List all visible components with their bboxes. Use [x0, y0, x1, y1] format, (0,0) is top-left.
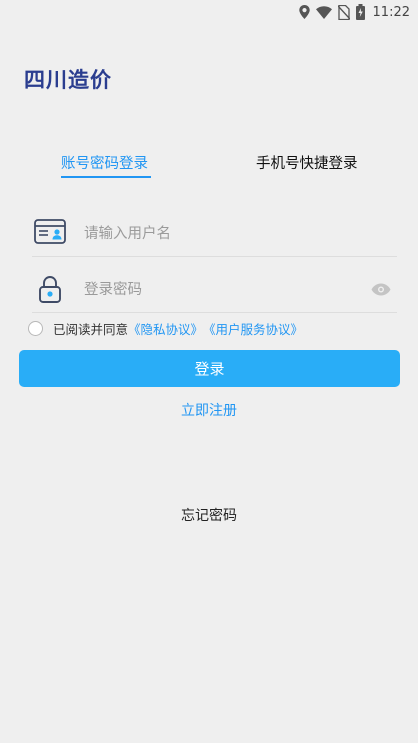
- location-icon: [298, 5, 310, 19]
- lock-icon: [34, 274, 66, 308]
- password-input[interactable]: [82, 276, 356, 304]
- privacy-policy-link[interactable]: 《隐私协议》: [128, 319, 203, 338]
- battery-icon: [355, 4, 365, 20]
- no-sim-icon: [337, 4, 350, 20]
- id-card-icon: [34, 218, 66, 250]
- status-bar: 11:22: [0, 0, 418, 24]
- agreement-checkbox[interactable]: [28, 320, 43, 336]
- username-input[interactable]: [82, 220, 356, 248]
- active-tab-indicator: [61, 176, 151, 178]
- eye-icon[interactable]: [371, 281, 391, 300]
- wifi-icon: [315, 5, 332, 19]
- register-link[interactable]: 立即注册: [0, 400, 418, 420]
- agreement-row: 已阅读并同意 《隐私协议》 《用户服务协议》: [28, 319, 303, 337]
- agreement-prefix: 已阅读并同意: [53, 321, 129, 337]
- username-field-row: [32, 212, 397, 257]
- user-service-agreement-link[interactable]: 《用户服务协议》: [203, 319, 303, 338]
- login-button[interactable]: 登录: [19, 350, 400, 387]
- tab-phone-quick-login[interactable]: 手机号快捷登录: [256, 152, 358, 173]
- password-field-row: [32, 268, 397, 313]
- tab-account-password-login[interactable]: 账号密码登录: [61, 152, 148, 173]
- app-title: 四川造价: [24, 68, 112, 92]
- forgot-password-link[interactable]: 忘记密码: [0, 505, 418, 525]
- status-time: 11:22: [372, 4, 410, 20]
